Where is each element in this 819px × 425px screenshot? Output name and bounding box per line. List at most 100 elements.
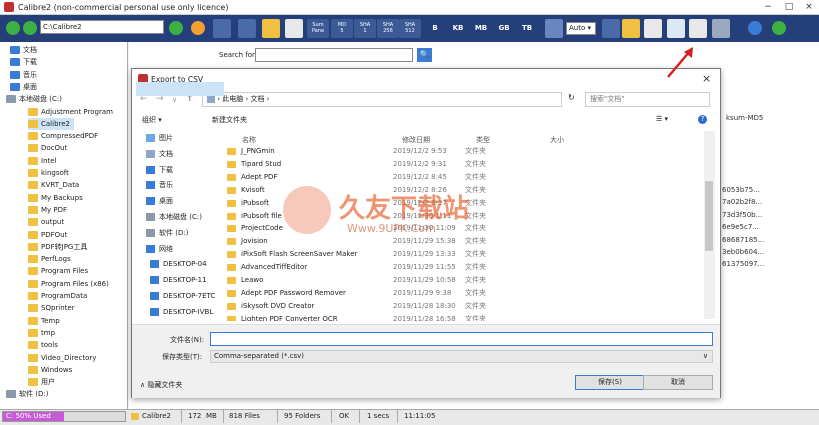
go-icon[interactable] [169, 21, 183, 35]
nav-item[interactable]: 网络 [146, 243, 173, 255]
dialog-search-input[interactable]: 搜索"文档" [585, 92, 710, 107]
file-list-scrollbar[interactable] [704, 131, 715, 319]
add-icon[interactable] [772, 21, 786, 35]
minimize-button[interactable]: − [762, 2, 774, 12]
tree-item[interactable]: 软件 (D:) [6, 388, 48, 400]
new-folder-button[interactable]: 新建文件夹 [212, 115, 247, 125]
help-icon[interactable]: ? [698, 115, 707, 124]
tree-item[interactable]: PDF转JPG工具 [28, 241, 87, 253]
csv-icon[interactable] [689, 19, 707, 38]
refresh-icon[interactable] [191, 21, 205, 35]
file-row[interactable]: AdvancedTiffEditor 2019/11/29 11:55 文件夹 [227, 261, 705, 274]
tree-item[interactable]: DocOut [28, 142, 67, 154]
cancel-button[interactable]: 取消 [643, 375, 713, 390]
close-window-button[interactable]: × [803, 2, 815, 12]
save-button[interactable]: 保存(S) [575, 375, 645, 390]
search-input[interactable] [255, 48, 413, 62]
nav-item[interactable]: DESKTOP-11 [150, 274, 207, 286]
nav-history-icon[interactable]: ∨ [172, 96, 177, 104]
forward-icon[interactable] [23, 21, 37, 35]
sum-pane-button[interactable]: Sum Pane [307, 19, 329, 38]
unit-mb-button[interactable]: MB [472, 19, 490, 38]
sha1-button[interactable]: SHA 1 [354, 19, 376, 38]
tree-item[interactable]: Program Files (x86) [28, 278, 109, 290]
tree-item[interactable]: 本地磁盘 (C:) [6, 93, 62, 105]
nav-item[interactable]: DESKTOP-IVBL [150, 306, 213, 318]
hide-folders-toggle[interactable]: ∧ 隐藏文件夹 [140, 380, 182, 390]
file-row[interactable]: Tipard Stud 2019/12/2 9:31 文件夹 [227, 158, 705, 171]
folder-tree[interactable]: 文档 下载 音乐 桌面 本地磁盘 (C:) Adjustment Program Calib… [0, 42, 128, 409]
nav-item[interactable]: 图片 [146, 132, 173, 144]
breadcrumb-pc[interactable]: 此电脑 [222, 95, 243, 103]
nav-item[interactable]: DESKTOP-04 [150, 258, 207, 270]
path-input[interactable]: C:\Calibre2 [40, 20, 164, 34]
document-icon[interactable] [285, 19, 303, 38]
tree-item[interactable]: Adjustment Program [28, 106, 113, 118]
tree-item[interactable]: tmp [28, 327, 55, 339]
tree-item[interactable]: 下载 [10, 56, 37, 68]
tree-item[interactable]: 音乐 [10, 69, 37, 81]
table-icon[interactable] [667, 19, 685, 38]
tree-item[interactable]: Program Files [28, 265, 88, 277]
tree-item[interactable]: PerfLogs [28, 253, 71, 265]
view-options-icon[interactable]: ☰ ▾ [656, 115, 668, 123]
export-icon[interactable] [644, 19, 662, 38]
search-button[interactable]: 🔍 [417, 48, 432, 62]
address-bar[interactable]: › 此电脑 › 文档 › [202, 92, 562, 107]
nav-item[interactable]: DESKTOP-7ETC [150, 290, 215, 302]
file-row[interactable]: iSkysoft DVD Creator 2019/11/28 18:30 文件夹 [227, 300, 705, 313]
tree-item[interactable]: Intel [28, 155, 57, 167]
open-folder-icon[interactable] [622, 19, 640, 38]
unit-b-button[interactable]: B [428, 19, 442, 38]
tree-item[interactable]: ProgramData [28, 290, 87, 302]
tree-item[interactable]: kingsoft [28, 167, 69, 179]
address-refresh-icon[interactable]: ↻ [568, 93, 575, 102]
organize-button[interactable]: 组织 ▾ [142, 115, 162, 125]
file-row[interactable]: Adept PDF Password Remover 2019/11/29 9:3… [227, 287, 705, 300]
globe-icon[interactable] [748, 21, 762, 35]
dialog-close-button[interactable]: × [702, 72, 711, 85]
scrollbar-thumb[interactable] [705, 181, 713, 251]
file-row[interactable]: iPixSoft Flash ScreenSaver Maker 2019/11/… [227, 248, 705, 261]
recycle-icon[interactable] [545, 19, 563, 38]
filetype-select[interactable]: Comma-separated (*.csv) ∨ [210, 350, 713, 363]
unit-kb-button[interactable]: KB [449, 19, 467, 38]
tree-item[interactable]: My PDF [28, 204, 67, 216]
back-icon[interactable] [6, 21, 20, 35]
file-row[interactable]: Lighten PDF Converter OCR 2019/11/28 16:5… [227, 313, 705, 321]
tree-item[interactable]: PDFOut [28, 229, 67, 241]
save-icon[interactable] [213, 19, 231, 38]
tree-item[interactable]: output [28, 216, 64, 228]
folder-icon[interactable] [262, 19, 280, 38]
file-row[interactable]: Leawo 2019/11/29 10:58 文件夹 [227, 274, 705, 287]
file-row[interactable]: J_PNGmin 2019/12/2 9:53 文件夹 [227, 145, 705, 158]
calculator-icon[interactable] [238, 19, 256, 38]
breadcrumb-folder[interactable]: 文档 [251, 95, 265, 103]
tree-item[interactable]: Windows [28, 364, 72, 376]
tree-item[interactable]: SQprinter [28, 302, 75, 314]
filename-input[interactable] [210, 332, 713, 346]
auto-select[interactable]: Auto ▾ [566, 22, 596, 35]
tree-item[interactable]: Temp [28, 315, 60, 327]
dialog-nav-pane[interactable]: 图片 文档 下载 音乐 桌面 本地磁盘 (C:) 软件 (D:) 网络 DESKTOP-04 DE… [140, 131, 224, 321]
tree-item[interactable]: My Backups [28, 192, 83, 204]
search-icon[interactable] [602, 19, 620, 38]
tree-item[interactable]: 文档 [10, 44, 37, 56]
sha256-button[interactable]: SHA 256 [377, 19, 399, 38]
nav-item[interactable]: 软件 (D:) [146, 227, 188, 239]
tree-item[interactable]: tools [28, 339, 58, 351]
unit-tb-button[interactable]: TB [518, 19, 536, 38]
nav-item[interactable]: 下载 [146, 164, 173, 176]
nav-item[interactable]: 桌面 [146, 195, 173, 207]
tree-item[interactable]: 桌面 [10, 81, 37, 93]
tree-item[interactable]: Video_Directory [28, 352, 96, 364]
nav-item[interactable]: 音乐 [146, 179, 173, 191]
tree-item[interactable]: 用户 [28, 376, 55, 388]
sha512-button[interactable]: SHA 512 [399, 19, 421, 38]
maximize-button[interactable]: □ [783, 2, 795, 12]
gear-icon[interactable] [712, 19, 730, 38]
unit-gb-button[interactable]: GB [495, 19, 513, 38]
nav-item[interactable]: 文档 [146, 148, 173, 160]
md5-button[interactable]: MD 5 [331, 19, 353, 38]
tree-item[interactable]: KVRT_Data [28, 179, 79, 191]
